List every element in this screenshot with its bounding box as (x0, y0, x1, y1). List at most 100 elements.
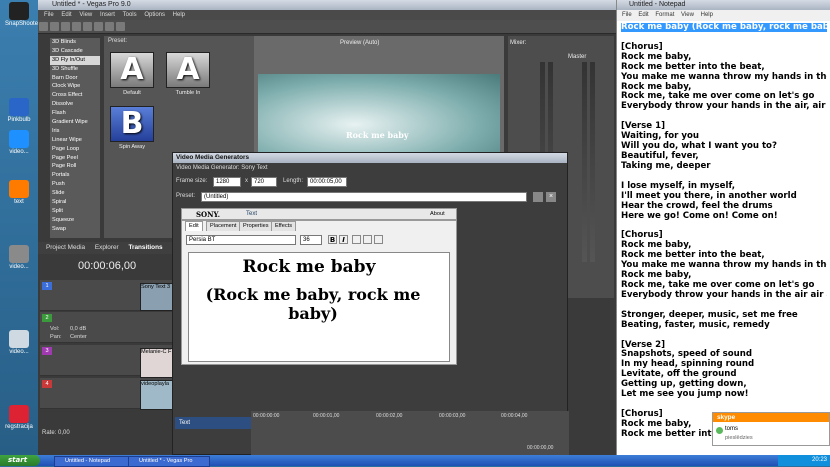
notepad-line: Rock me baby (Rock me baby, rock me baby… (621, 23, 827, 33)
track-number: 1 (42, 282, 52, 290)
list-item[interactable]: Spiral (50, 198, 100, 207)
list-item[interactable]: Page Roll (50, 162, 100, 171)
list-item[interactable]: 3D Shuffle (50, 65, 100, 74)
timeline-clip[interactable]: Sony Text 3 (140, 283, 174, 311)
new-icon[interactable] (39, 22, 48, 31)
list-item[interactable]: Gradient Wipe (50, 118, 100, 127)
preset-thumb-spin[interactable]: B (110, 106, 154, 142)
desktop-icon-regstracija[interactable]: regstracija (5, 405, 33, 430)
undo-icon[interactable] (72, 22, 81, 31)
desktop-icon-text[interactable]: text (5, 180, 33, 205)
cut-icon[interactable] (94, 22, 103, 31)
menu-view[interactable]: View (79, 12, 92, 18)
list-item[interactable]: Flash (50, 109, 100, 118)
desktop-icon-video3[interactable]: video... (5, 330, 33, 355)
video-preview: Preview (Auto) Rock me baby (254, 36, 504, 158)
menu-tools[interactable]: Tools (123, 12, 137, 18)
copy-icon[interactable] (105, 22, 114, 31)
camera-icon (9, 2, 29, 20)
list-item[interactable]: Squeeze (50, 216, 100, 225)
tab-explorer[interactable]: Explorer (95, 244, 119, 251)
list-item[interactable]: 3D Blinds (50, 38, 100, 47)
notepad-line: Here we go! Come on! Come on! (621, 210, 778, 221)
notepad-line: Everybody throw your hands in the air ai… (621, 289, 827, 300)
menu-file[interactable]: File (44, 12, 54, 18)
rate-label: Rate: 0,00 (42, 430, 70, 436)
list-item[interactable]: Push (50, 180, 100, 189)
bold-button[interactable]: B (328, 235, 337, 244)
list-item-selected[interactable]: 3D Fly In/Out (50, 55, 100, 65)
menu-edit[interactable]: Edit (61, 12, 71, 18)
tab-effects[interactable]: Effects (271, 221, 296, 231)
pan-value[interactable]: Center (70, 334, 87, 340)
save-preset-icon[interactable] (533, 192, 543, 202)
frame-width-input[interactable]: 1280 (213, 177, 241, 187)
tab-transitions[interactable]: Transitions (128, 244, 162, 251)
list-item[interactable]: Slide (50, 189, 100, 198)
list-item[interactable]: Page Loop (50, 145, 100, 154)
menu-file[interactable]: File (622, 12, 632, 18)
length-input[interactable]: 00:00:05,00 (307, 177, 347, 187)
preset-select[interactable]: (Untitled) (201, 192, 527, 202)
skype-notification[interactable]: skype toms pieslēdzies (712, 412, 830, 446)
about-button[interactable]: About (430, 211, 445, 217)
list-item[interactable]: Split (50, 207, 100, 216)
tab-project-media[interactable]: Project Media (46, 244, 85, 251)
notepad-text-area[interactable]: Rock me baby (Rock me baby, rock me baby… (621, 23, 827, 453)
task-notepad[interactable]: Untitled - Notepad (54, 456, 136, 467)
window-title: Untitled * - Vegas Pro 9.0 (38, 0, 616, 10)
list-item[interactable]: Iris (50, 127, 100, 136)
font-select[interactable]: Persia BT (186, 235, 296, 245)
menu-view[interactable]: View (681, 12, 694, 18)
font-size-select[interactable]: 36 (300, 235, 322, 245)
list-item[interactable]: Cross Effect (50, 91, 100, 100)
task-vegas[interactable]: Untitled * - Vegas Pro (128, 456, 210, 467)
desktop-icon-pinkbulb[interactable]: Pinkbulb (5, 98, 33, 123)
list-item[interactable]: Page Peel (50, 154, 100, 163)
frame-height-input[interactable]: 720 (251, 177, 277, 187)
list-item[interactable]: Linear Wipe (50, 136, 100, 145)
tab-edit[interactable]: Edit (185, 221, 203, 231)
timeline-clip[interactable]: Melanie-C F (140, 348, 174, 378)
list-item[interactable]: Barn Door (50, 74, 100, 83)
align-right-icon[interactable] (374, 235, 383, 244)
menu-format[interactable]: Format (655, 12, 674, 18)
preset-label-tumble: Tumble In (175, 90, 201, 96)
tab-placement[interactable]: Placement (206, 221, 241, 231)
preset-thumb-default[interactable]: A (110, 52, 154, 88)
align-left-icon[interactable] (352, 235, 361, 244)
preview-mode[interactable]: Preview (Auto) (340, 40, 379, 46)
italic-button[interactable]: I (339, 235, 348, 244)
list-item[interactable]: Swap (50, 225, 100, 234)
save-icon[interactable] (61, 22, 70, 31)
desktop-icon-video1[interactable]: video... (5, 130, 33, 155)
menu-options[interactable]: Options (144, 12, 165, 18)
menu-edit[interactable]: Edit (638, 12, 648, 18)
list-item[interactable]: Dissolve (50, 100, 100, 109)
desktop-icon-snapshooter[interactable]: SnapShooter (5, 2, 40, 27)
menu-insert[interactable]: Insert (100, 12, 115, 18)
start-button[interactable]: start (0, 455, 40, 466)
notepad-line: Taking me, deeper (621, 160, 711, 171)
vol-value[interactable]: 0,0 dB (70, 326, 86, 332)
list-item[interactable]: Clock Wipe (50, 82, 100, 91)
timeline-track-label: Text (175, 417, 251, 429)
menu-help[interactable]: Help (701, 12, 713, 18)
preset-label: Preset: (108, 38, 128, 44)
menu-help[interactable]: Help (173, 12, 185, 18)
open-icon[interactable] (50, 22, 59, 31)
align-center-icon[interactable] (363, 235, 372, 244)
paste-icon[interactable] (116, 22, 125, 31)
menu-bar: File Edit Format View Help (617, 10, 830, 21)
list-item[interactable]: 3D Cascade (50, 47, 100, 56)
ruler-tick: 00:00:03,00 (439, 413, 466, 419)
plugin-name: Text (246, 211, 258, 217)
desktop-icon-video2[interactable]: video... (5, 245, 33, 270)
delete-preset-icon[interactable]: × (546, 192, 556, 202)
list-item[interactable]: Portals (50, 171, 100, 180)
preset-thumb-tumble[interactable]: A (166, 52, 210, 88)
redo-icon[interactable] (83, 22, 92, 31)
timeline-clip[interactable]: videoplayla (140, 380, 174, 410)
tab-properties[interactable]: Properties (239, 221, 273, 231)
text-editor[interactable]: Rock me baby (Rock me baby, rock me baby… (188, 252, 450, 362)
